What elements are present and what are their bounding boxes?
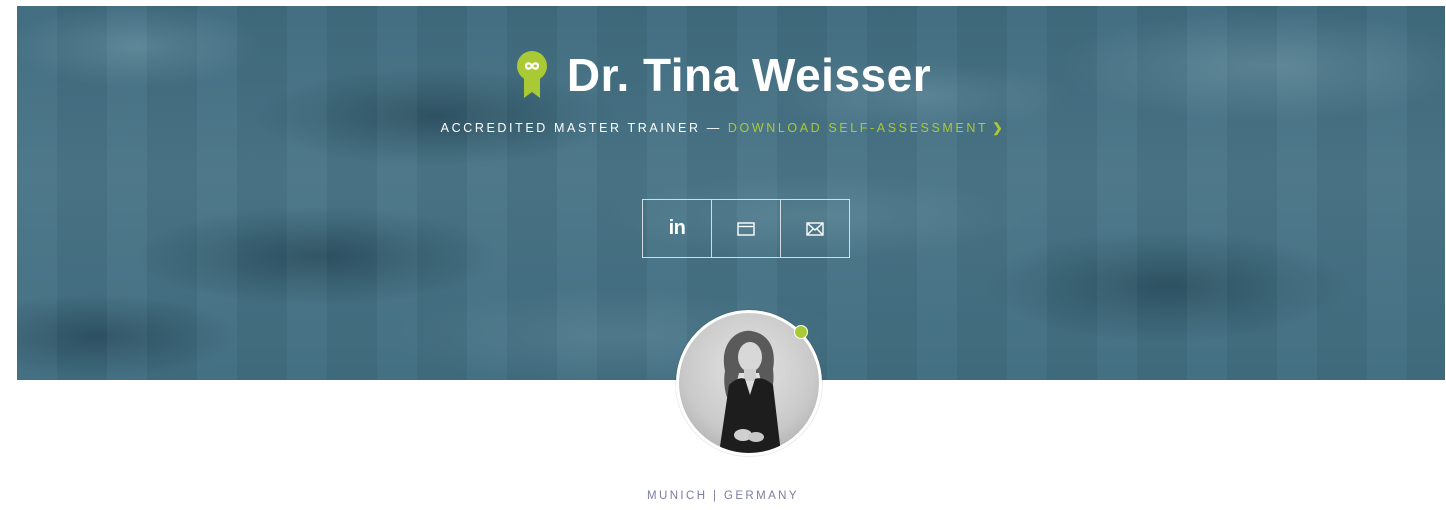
title-row: Dr. Tina Weisser xyxy=(0,48,1446,102)
envelope-icon xyxy=(806,221,824,236)
social-links: in xyxy=(642,199,850,258)
profile-page: Dr. Tina Weisser ACCREDITED MASTER TRAIN… xyxy=(0,0,1446,510)
avatar-container xyxy=(676,310,822,456)
subtitle: ACCREDITED MASTER TRAINER — DOWNLOAD SEL… xyxy=(0,120,1446,135)
linkedin-icon: in xyxy=(668,217,686,239)
chevron-right-icon[interactable]: ❯ xyxy=(992,121,1005,135)
location-text: MUNICH | GERMANY xyxy=(647,490,799,502)
download-self-assessment-link[interactable]: DOWNLOAD SELF-ASSESSMENT xyxy=(728,121,988,135)
profile-name: Dr. Tina Weisser xyxy=(566,49,932,101)
website-button[interactable] xyxy=(711,200,780,257)
website-icon xyxy=(737,221,755,236)
award-badge-icon xyxy=(516,51,547,98)
separator: — xyxy=(706,121,722,135)
linkedin-button[interactable]: in xyxy=(643,200,711,257)
online-status-indicator xyxy=(794,325,808,339)
role-text: ACCREDITED MASTER TRAINER xyxy=(440,121,701,135)
email-button[interactable] xyxy=(780,200,849,257)
